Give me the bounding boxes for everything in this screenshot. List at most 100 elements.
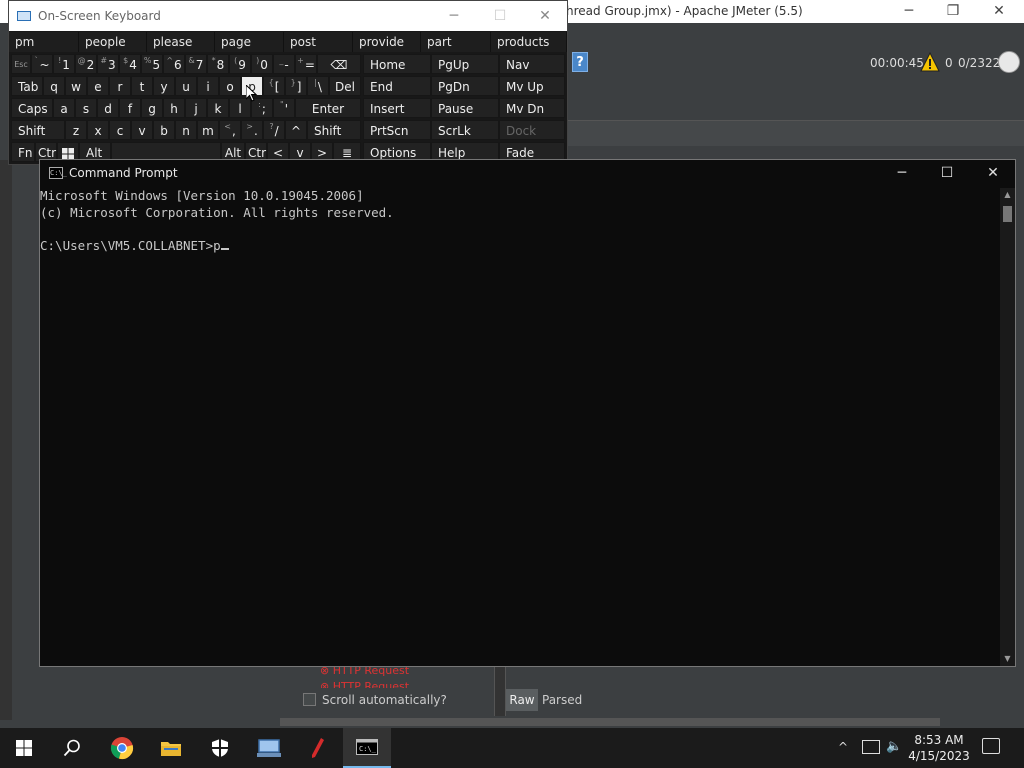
key-m[interactable]: m bbox=[197, 120, 219, 140]
prediction-word[interactable]: page bbox=[215, 32, 284, 52]
network-app-taskbar-button[interactable] bbox=[245, 728, 293, 768]
key-g[interactable]: g bbox=[141, 98, 163, 118]
tree-item-failed[interactable]: ⊗ HTTP Request bbox=[320, 680, 409, 688]
key-mv-dn[interactable]: Mv Dn bbox=[499, 98, 565, 118]
help-icon[interactable]: ? bbox=[572, 52, 588, 72]
key-pgup[interactable]: PgUp bbox=[431, 54, 499, 74]
prediction-word[interactable]: pm bbox=[9, 32, 79, 52]
clock-time[interactable]: 8:53 AM bbox=[912, 732, 966, 748]
key-nav[interactable]: Nav bbox=[499, 54, 565, 74]
jmeter-minimize-button[interactable]: ─ bbox=[900, 3, 918, 19]
jmeter-close-button[interactable]: ✕ bbox=[990, 3, 1008, 19]
key-pause[interactable]: Pause bbox=[431, 98, 499, 118]
backspace-key[interactable]: ⌫ bbox=[317, 54, 361, 74]
prediction-word[interactable]: please bbox=[147, 32, 215, 52]
osk-titlebar[interactable]: On-Screen Keyboard ─ ☐ ✕ bbox=[9, 1, 567, 31]
key-o[interactable]: o bbox=[219, 76, 241, 96]
key-2[interactable]: @2 bbox=[75, 54, 97, 74]
cmd-console[interactable]: Microsoft Windows [Version 10.0.19045.20… bbox=[40, 188, 1000, 666]
key-shift-right[interactable]: Shift bbox=[307, 120, 361, 140]
key-f[interactable]: f bbox=[119, 98, 141, 118]
key-t[interactable]: t bbox=[131, 76, 153, 96]
key-mv-up[interactable]: Mv Up bbox=[499, 76, 565, 96]
key-4[interactable]: $4 bbox=[119, 54, 141, 74]
key-z[interactable]: z bbox=[65, 120, 87, 140]
key-7[interactable]: &7 bbox=[185, 54, 207, 74]
cmd-close-button[interactable]: ✕ bbox=[982, 164, 1004, 182]
osk-close-button[interactable]: ✕ bbox=[537, 8, 553, 24]
key-u[interactable]: u bbox=[175, 76, 197, 96]
start-button[interactable] bbox=[0, 728, 48, 768]
key-j[interactable]: j bbox=[185, 98, 207, 118]
key-comma[interactable]: <, bbox=[219, 120, 241, 140]
key-arrow-up[interactable]: ^ bbox=[285, 120, 307, 140]
results-splitter[interactable] bbox=[494, 666, 506, 716]
cmd-vertical-scrollbar[interactable]: ▲ ▼ bbox=[1000, 188, 1015, 666]
key-dock[interactable]: Dock bbox=[499, 120, 565, 140]
key-c[interactable]: c bbox=[109, 120, 131, 140]
key-k[interactable]: k bbox=[207, 98, 229, 118]
key-i[interactable]: i bbox=[197, 76, 219, 96]
network-icon[interactable] bbox=[862, 740, 880, 754]
search-button[interactable] bbox=[48, 728, 96, 768]
key-r[interactable]: r bbox=[109, 76, 131, 96]
prediction-word[interactable]: part bbox=[421, 32, 491, 52]
key-insert[interactable]: Insert bbox=[363, 98, 431, 118]
key-fn[interactable]: Fn bbox=[11, 142, 35, 162]
tray-overflow-chevron-icon[interactable]: ^ bbox=[838, 740, 848, 754]
key-b[interactable]: b bbox=[153, 120, 175, 140]
parsed-tab[interactable]: Parsed bbox=[542, 693, 582, 707]
scroll-up-icon[interactable]: ▲ bbox=[1002, 190, 1013, 200]
scroll-automatically-checkbox[interactable] bbox=[303, 693, 316, 706]
key-end[interactable]: End bbox=[363, 76, 431, 96]
prediction-word[interactable]: products bbox=[491, 32, 567, 52]
key-tilde[interactable]: `~ bbox=[31, 54, 53, 74]
key-w[interactable]: w bbox=[65, 76, 87, 96]
volume-icon[interactable]: 🔈 bbox=[886, 739, 902, 754]
prediction-word[interactable]: post bbox=[284, 32, 353, 52]
chrome-taskbar-button[interactable] bbox=[98, 728, 146, 768]
key-v[interactable]: v bbox=[131, 120, 153, 140]
key-scrlk[interactable]: ScrLk bbox=[431, 120, 499, 140]
key-a[interactable]: a bbox=[53, 98, 75, 118]
horizontal-scrollbar[interactable] bbox=[280, 718, 940, 726]
jmeter-maximize-button[interactable]: ❐ bbox=[944, 3, 962, 19]
raw-tab[interactable]: Raw bbox=[506, 689, 538, 711]
key-n[interactable]: n bbox=[175, 120, 197, 140]
file-explorer-taskbar-button[interactable] bbox=[147, 728, 195, 768]
cmd-titlebar[interactable]: C:\_ Command Prompt ─ ☐ ✕ bbox=[40, 160, 1015, 186]
remote-globe-icon[interactable] bbox=[998, 51, 1020, 73]
osk-maximize-button[interactable]: ☐ bbox=[492, 8, 508, 24]
key-1[interactable]: !1 bbox=[53, 54, 75, 74]
key-d[interactable]: d bbox=[97, 98, 119, 118]
cmd-minimize-button[interactable]: ─ bbox=[891, 164, 913, 182]
key-bracket-open[interactable]: {[ bbox=[263, 76, 285, 96]
key-minus[interactable]: _- bbox=[273, 54, 295, 74]
key-shift-left[interactable]: Shift bbox=[11, 120, 65, 140]
prediction-word[interactable]: people bbox=[79, 32, 147, 52]
key-home[interactable]: Home bbox=[363, 54, 431, 74]
key-3[interactable]: #3 bbox=[97, 54, 119, 74]
key-x[interactable]: x bbox=[87, 120, 109, 140]
key-q[interactable]: q bbox=[43, 76, 65, 96]
key-equals[interactable]: += bbox=[295, 54, 317, 74]
key-8[interactable]: *8 bbox=[207, 54, 229, 74]
key-bracket-close[interactable]: }] bbox=[285, 76, 307, 96]
prediction-word[interactable]: provide bbox=[353, 32, 421, 52]
key-prtscn[interactable]: PrtScn bbox=[363, 120, 431, 140]
key-tab[interactable]: Tab bbox=[11, 76, 43, 96]
key-h[interactable]: h bbox=[163, 98, 185, 118]
key-5[interactable]: %5 bbox=[141, 54, 163, 74]
notification-center-icon[interactable] bbox=[982, 738, 1000, 754]
key-0[interactable]: )0 bbox=[251, 54, 273, 74]
key-del[interactable]: Del bbox=[329, 76, 361, 96]
key-9[interactable]: (9 bbox=[229, 54, 251, 74]
key-s[interactable]: s bbox=[75, 98, 97, 118]
windows-security-taskbar-button[interactable] bbox=[196, 728, 244, 768]
key-period[interactable]: >. bbox=[241, 120, 263, 140]
key-pgdn[interactable]: PgDn bbox=[431, 76, 499, 96]
warning-icon[interactable] bbox=[920, 52, 940, 72]
command-prompt-taskbar-button[interactable]: C:\_ bbox=[343, 728, 391, 768]
key-6[interactable]: ^6 bbox=[163, 54, 185, 74]
key-e[interactable]: e bbox=[87, 76, 109, 96]
